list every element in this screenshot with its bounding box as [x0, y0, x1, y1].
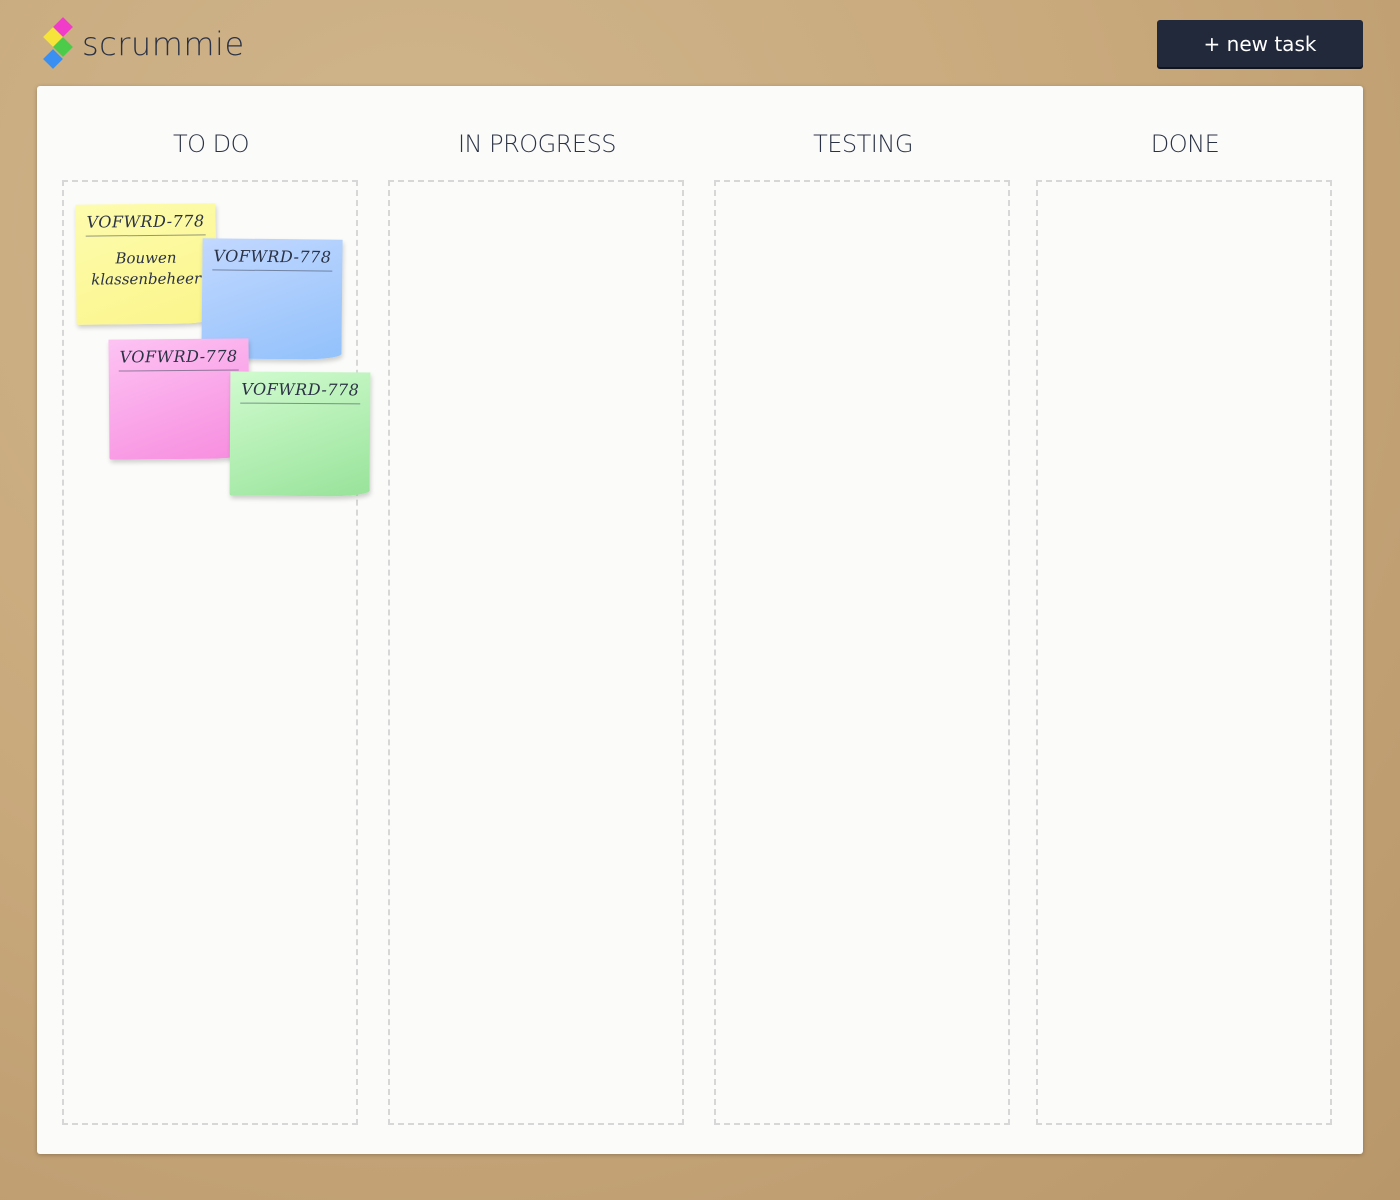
app-name: scrummie [82, 25, 245, 63]
column-title-done: DONE [1150, 130, 1220, 158]
task-id: VOFWRD-778 [240, 379, 361, 405]
column-testing-dropzone[interactable] [714, 180, 1010, 1125]
column-in-progress-dropzone[interactable] [388, 180, 684, 1125]
logo-icon [43, 17, 76, 71]
task-id: VOFWRD-778 [85, 211, 206, 237]
task-id: VOFWRD-778 [118, 346, 239, 372]
task-description: Bouwen klassenbeheer [91, 248, 202, 289]
task-description [212, 282, 332, 283]
task-note[interactable]: VOFWRD-778 [229, 371, 371, 497]
column-title-testing: TESTING [813, 130, 913, 158]
task-note[interactable]: VOFWRD-778 Bouwen klassenbeheer [75, 203, 217, 325]
column-done-dropzone[interactable] [1036, 180, 1332, 1125]
task-note[interactable]: VOFWRD-778 [108, 338, 250, 460]
column-title-in-progress: IN PROGRESS [457, 130, 617, 158]
task-description [240, 416, 360, 417]
new-task-button[interactable]: + new task [1157, 20, 1363, 67]
app-logo[interactable]: scrummie [43, 16, 245, 72]
column-title-todo: TO DO [172, 130, 250, 158]
task-description [119, 382, 239, 383]
task-id: VOFWRD-778 [212, 246, 333, 272]
